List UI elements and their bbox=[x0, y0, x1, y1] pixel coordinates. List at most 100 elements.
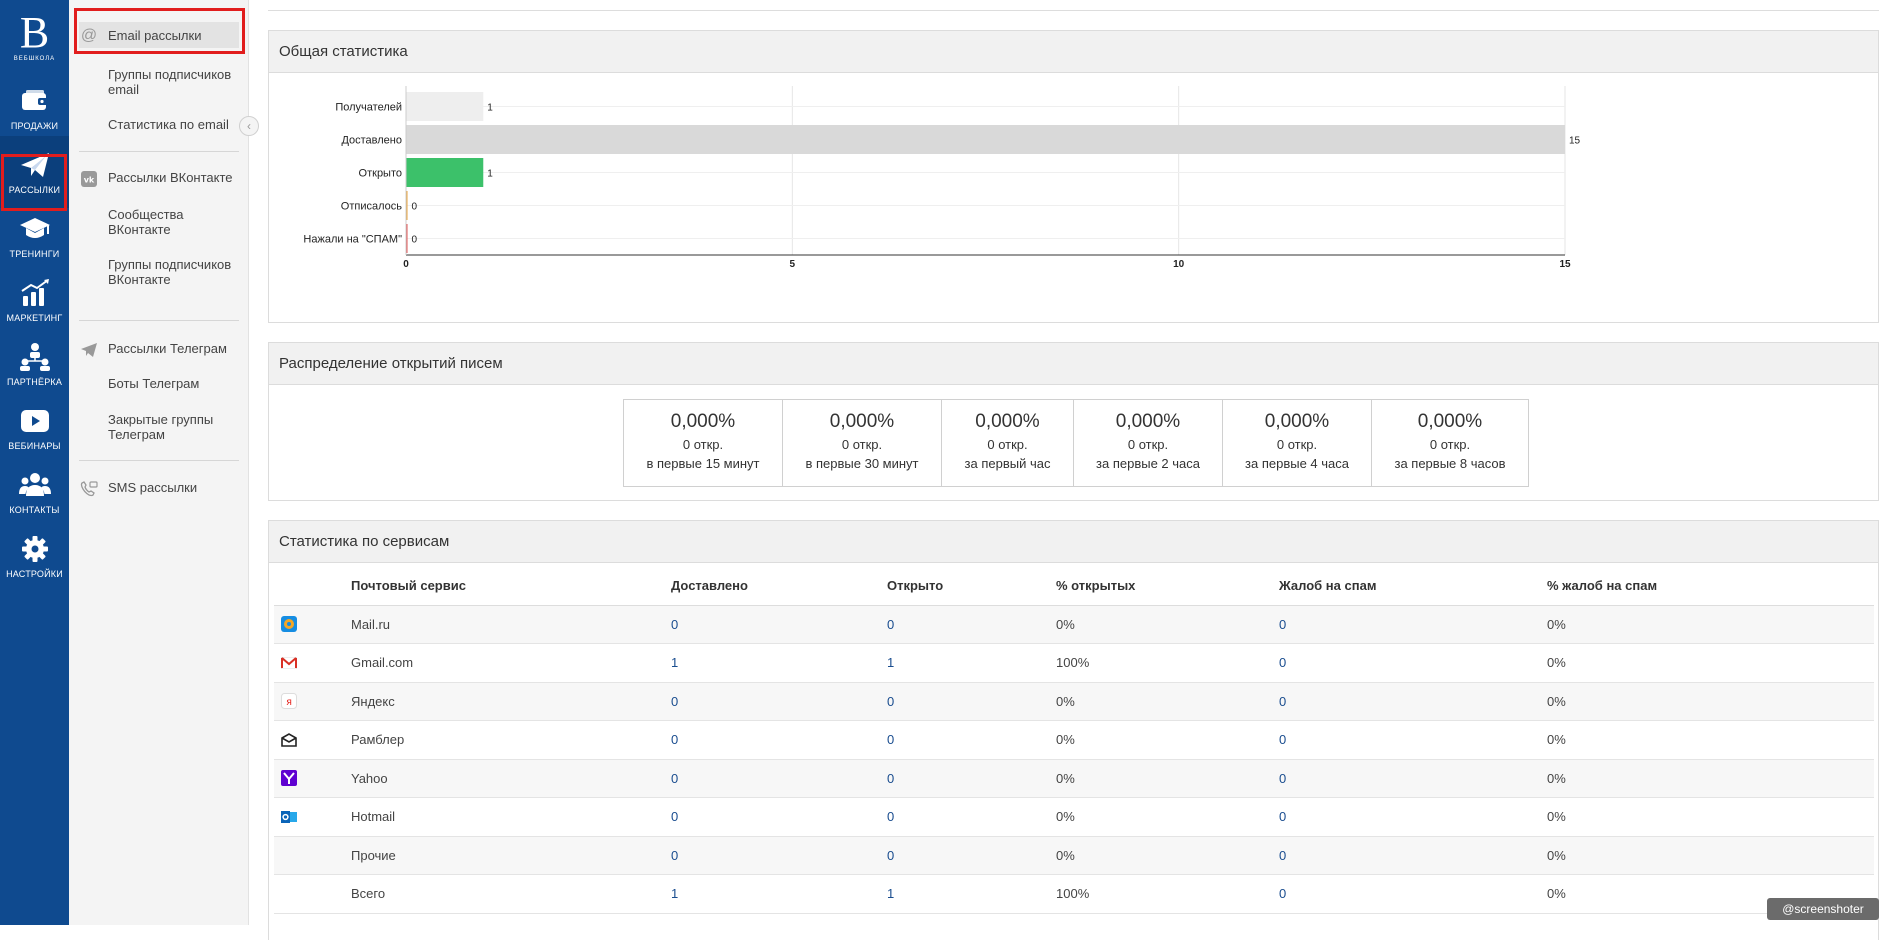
overall-stats-panel: Общая статистика Получателей 1 Доставлено 1… bbox=[268, 30, 1879, 323]
opened-value[interactable]: 0 bbox=[887, 605, 1056, 644]
nav-partners[interactable]: ПАРТНЁРКА bbox=[0, 328, 69, 400]
chart-value-label: 15 bbox=[1569, 136, 1581, 147]
service-name: Всего bbox=[351, 874, 671, 914]
opened-value[interactable]: 1 bbox=[887, 643, 1056, 683]
spam-value[interactable]: 0 bbox=[1279, 643, 1547, 683]
yandex-icon: я bbox=[281, 693, 297, 710]
submenu-vk-mailings[interactable]: vk Рассылки ВКонтакте bbox=[79, 170, 239, 188]
service-name: Yahoo bbox=[351, 759, 671, 798]
distribution-count: 0 откр. bbox=[987, 437, 1028, 452]
service-name: Mail.ru bbox=[351, 605, 671, 644]
table-row: Yahoo 0 0 0% 0 0% bbox=[274, 759, 1874, 798]
nav-partners-label: ПАРТНЁРКА bbox=[6, 376, 63, 387]
spam-value[interactable]: 0 bbox=[1279, 797, 1547, 837]
submenu-vk-groups-label: Группы подписчиков ВКонтакте bbox=[108, 257, 232, 287]
delivered-value[interactable]: 1 bbox=[671, 874, 887, 914]
hotmail-icon bbox=[281, 809, 297, 825]
overall-stats-title: Общая статистика bbox=[269, 31, 1878, 73]
opened-value[interactable]: 0 bbox=[887, 720, 1056, 760]
main-nav-rail: B ВЕБШКОЛА ПРОДАЖИ РАССЫЛКИ ТРЕНИНГИ МАР… bbox=[0, 0, 69, 925]
column-header[interactable]: Почтовый сервис bbox=[351, 563, 671, 606]
distribution-cell: 0,000% 0 откр. в первые 15 минут bbox=[624, 400, 783, 486]
open-distribution-grid: 0,000% 0 откр. в первые 15 минут 0,000% … bbox=[623, 399, 1529, 487]
distribution-count: 0 откр. bbox=[1127, 437, 1169, 452]
nav-marketing[interactable]: МАРКЕТИНГ bbox=[0, 264, 69, 336]
wallet-icon bbox=[21, 89, 48, 110]
submenu-vk-groups[interactable]: Группы подписчиков ВКонтакте bbox=[79, 257, 239, 287]
nav-settings[interactable]: НАСТРОЙКИ bbox=[0, 520, 69, 592]
spam-value[interactable]: 0 bbox=[1279, 836, 1547, 875]
distribution-period: за первые 2 часа bbox=[1096, 456, 1200, 471]
users-icon bbox=[18, 472, 51, 496]
chart-x-tick-label: 0 bbox=[403, 259, 409, 270]
submenu-sms-mailings[interactable]: SMS рассылки bbox=[79, 480, 239, 498]
submenu-tg-bots[interactable]: Боты Телеграм bbox=[79, 376, 239, 394]
chevron-left-icon: ‹ bbox=[247, 119, 251, 133]
open-percent-value: 0% bbox=[1056, 759, 1279, 798]
submenu-tg-mailings[interactable]: Рассылки Телеграм bbox=[79, 341, 239, 359]
distribution-percent: 0,000% bbox=[975, 411, 1040, 432]
chart-value-label: 0 bbox=[412, 202, 418, 213]
mailings-submenu: @ Email рассылки Группы подписчиков emai… bbox=[69, 0, 249, 925]
school-logo[interactable]: B ВЕБШКОЛА bbox=[0, 0, 69, 72]
nav-trainings[interactable]: ТРЕНИНГИ bbox=[0, 200, 69, 272]
opened-value[interactable]: 0 bbox=[887, 797, 1056, 837]
spam-value[interactable]: 0 bbox=[1279, 682, 1547, 721]
nav-sales-label: ПРОДАЖИ bbox=[10, 120, 59, 131]
gmail-icon bbox=[281, 655, 297, 671]
distribution-period: за первые 4 часа bbox=[1245, 456, 1349, 471]
distribution-cell: 0,000% 0 откр. за первые 2 часа bbox=[1074, 400, 1223, 486]
chart-x-tick-label: 10 bbox=[1173, 259, 1185, 270]
opened-value[interactable]: 1 bbox=[887, 874, 1056, 914]
opened-value[interactable]: 0 bbox=[887, 836, 1056, 875]
delivered-value[interactable]: 1 bbox=[671, 643, 887, 683]
column-header[interactable]: % открытых bbox=[1056, 563, 1279, 606]
distribution-cell: 0,000% 0 откр. за первые 8 часов bbox=[1372, 400, 1528, 486]
services-stats-panel: Статистика по сервисам Почтовый сервис Д… bbox=[268, 520, 1879, 940]
services-table: Почтовый сервис Доставлено Открыто % отк… bbox=[274, 563, 1874, 914]
table-row: Рамблер 0 0 0% 0 0% bbox=[274, 720, 1874, 760]
submenu-email-groups-label: Группы подписчиков email bbox=[108, 67, 232, 97]
table-row: Gmail.com 1 1 100% 0 0% bbox=[274, 643, 1874, 683]
opened-value[interactable]: 0 bbox=[887, 682, 1056, 721]
spam-value[interactable]: 0 bbox=[1279, 759, 1547, 798]
spam-value[interactable]: 0 bbox=[1279, 874, 1547, 914]
nav-contacts[interactable]: КОНТАКТЫ bbox=[0, 456, 69, 528]
spam-value[interactable]: 0 bbox=[1279, 720, 1547, 760]
delivered-value[interactable]: 0 bbox=[671, 605, 887, 644]
spam-value[interactable]: 0 bbox=[1279, 605, 1547, 644]
delivered-value[interactable]: 0 bbox=[671, 759, 887, 798]
nav-mailings[interactable]: РАССЫЛКИ bbox=[0, 136, 69, 208]
submenu-sms-mailings-label: SMS рассылки bbox=[108, 480, 198, 495]
nav-webinars[interactable]: ВЕБИНАРЫ bbox=[0, 392, 69, 464]
distribution-percent: 0,000% bbox=[670, 411, 736, 432]
submenu-tg-bots-label: Боты Телеграм bbox=[108, 376, 200, 391]
distribution-percent: 0,000% bbox=[829, 411, 895, 432]
submenu-tg-closed-groups[interactable]: Закрытые группы Телеграм bbox=[79, 412, 239, 442]
opened-value[interactable]: 0 bbox=[887, 759, 1056, 798]
submenu-vk-communities[interactable]: Сообщества ВКонтакте bbox=[79, 207, 239, 237]
column-header[interactable]: Открыто bbox=[887, 563, 1056, 606]
column-header[interactable]: Жалоб на спам bbox=[1279, 563, 1547, 606]
yahoo-icon bbox=[281, 770, 297, 787]
delivered-value[interactable]: 0 bbox=[671, 720, 887, 760]
submenu-vk-communities-label: Сообщества ВКонтакте bbox=[108, 207, 184, 237]
column-header[interactable]: Доставлено bbox=[671, 563, 887, 606]
submenu-email-stats[interactable]: Статистика по email bbox=[79, 117, 239, 135]
delivered-value[interactable]: 0 bbox=[671, 797, 887, 837]
submenu-email-mailings[interactable]: @ Email рассылки bbox=[79, 22, 239, 48]
submenu-tg-closed-groups-label: Закрытые группы Телеграм bbox=[108, 412, 214, 442]
distribution-count: 0 откр. bbox=[1276, 437, 1318, 452]
chart-bar bbox=[406, 125, 1565, 154]
spam-percent-value: 0% bbox=[1547, 797, 1874, 837]
nav-sales[interactable]: ПРОДАЖИ bbox=[0, 72, 69, 144]
column-header[interactable]: % жалоб на спам bbox=[1547, 563, 1874, 606]
distribution-percent: 0,000% bbox=[1417, 411, 1483, 432]
submenu-tg-mailings-label: Рассылки Телеграм bbox=[108, 341, 227, 356]
collapse-submenu-button[interactable]: ‹ bbox=[239, 116, 259, 136]
delivered-value[interactable]: 0 bbox=[671, 836, 887, 875]
delivered-value[interactable]: 0 bbox=[671, 682, 887, 721]
graduation-cap-icon bbox=[19, 217, 50, 238]
chart-bar bbox=[406, 158, 484, 187]
submenu-email-groups[interactable]: Группы подписчиков email bbox=[79, 67, 239, 97]
